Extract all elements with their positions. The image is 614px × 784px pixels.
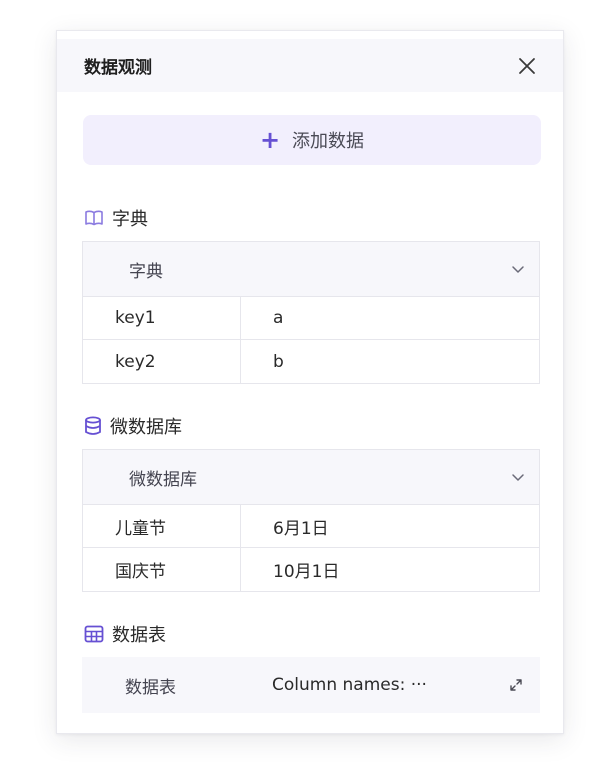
expand-icon — [510, 679, 522, 691]
section-title-dict-label: 字典 — [112, 209, 148, 230]
row-value: 6月1日 — [273, 518, 329, 539]
row-key: 儿童节 — [83, 505, 241, 547]
row-value: 10月1日 — [273, 562, 340, 582]
tinydb-select-label: 微数据库 — [129, 469, 197, 490]
data-watch-panel: 数据观测 + 添加数据 字典 字典 key1 a key2 b 微数据库 微数据… — [56, 30, 564, 734]
plus-icon: + — [259, 126, 281, 154]
panel-header: 数据观测 — [57, 39, 563, 92]
close-button[interactable] — [515, 54, 539, 78]
tinydb-select[interactable]: 微数据库 — [83, 450, 539, 505]
expand-button[interactable] — [504, 673, 528, 697]
row-value: b — [273, 351, 284, 372]
section-title-dataframe-label: 数据表 — [112, 625, 166, 646]
dataframe-row[interactable]: 数据表 Column names: ··· — [82, 657, 540, 713]
tinydb-table: 微数据库 儿童节 6月1日 国庆节 10月1日 — [82, 449, 540, 592]
database-icon — [85, 416, 101, 435]
section-title-tinydb: 微数据库 — [84, 413, 182, 439]
row-value: a — [273, 308, 284, 328]
row-key: 国庆节 — [83, 548, 241, 591]
add-data-button[interactable]: + 添加数据 — [83, 115, 541, 165]
section-title-dataframe: 数据表 — [84, 621, 166, 647]
chevron-down-icon — [512, 474, 524, 481]
dict-select[interactable]: 字典 — [83, 242, 539, 297]
book-icon — [85, 210, 103, 226]
row-key: key1 — [83, 297, 241, 339]
table-row: key1 a — [83, 297, 539, 340]
chevron-down-icon — [512, 266, 524, 273]
section-title-dict: 字典 — [84, 205, 148, 231]
panel-title: 数据观测 — [84, 58, 152, 78]
table-icon — [84, 625, 104, 643]
table-row: 国庆节 10月1日 — [83, 548, 539, 591]
table-row: key2 b — [83, 340, 539, 383]
add-data-label: 添加数据 — [292, 131, 365, 152]
dict-table: 字典 key1 a key2 b — [82, 241, 540, 384]
table-row: 儿童节 6月1日 — [83, 505, 539, 548]
dataframe-row-label: 数据表 — [125, 677, 176, 698]
dict-select-label: 字典 — [129, 261, 163, 282]
section-title-tinydb-label: 微数据库 — [110, 417, 182, 438]
dataframe-row-value: Column names: ··· — [272, 675, 427, 695]
row-key: key2 — [83, 340, 241, 383]
close-icon — [519, 57, 535, 74]
